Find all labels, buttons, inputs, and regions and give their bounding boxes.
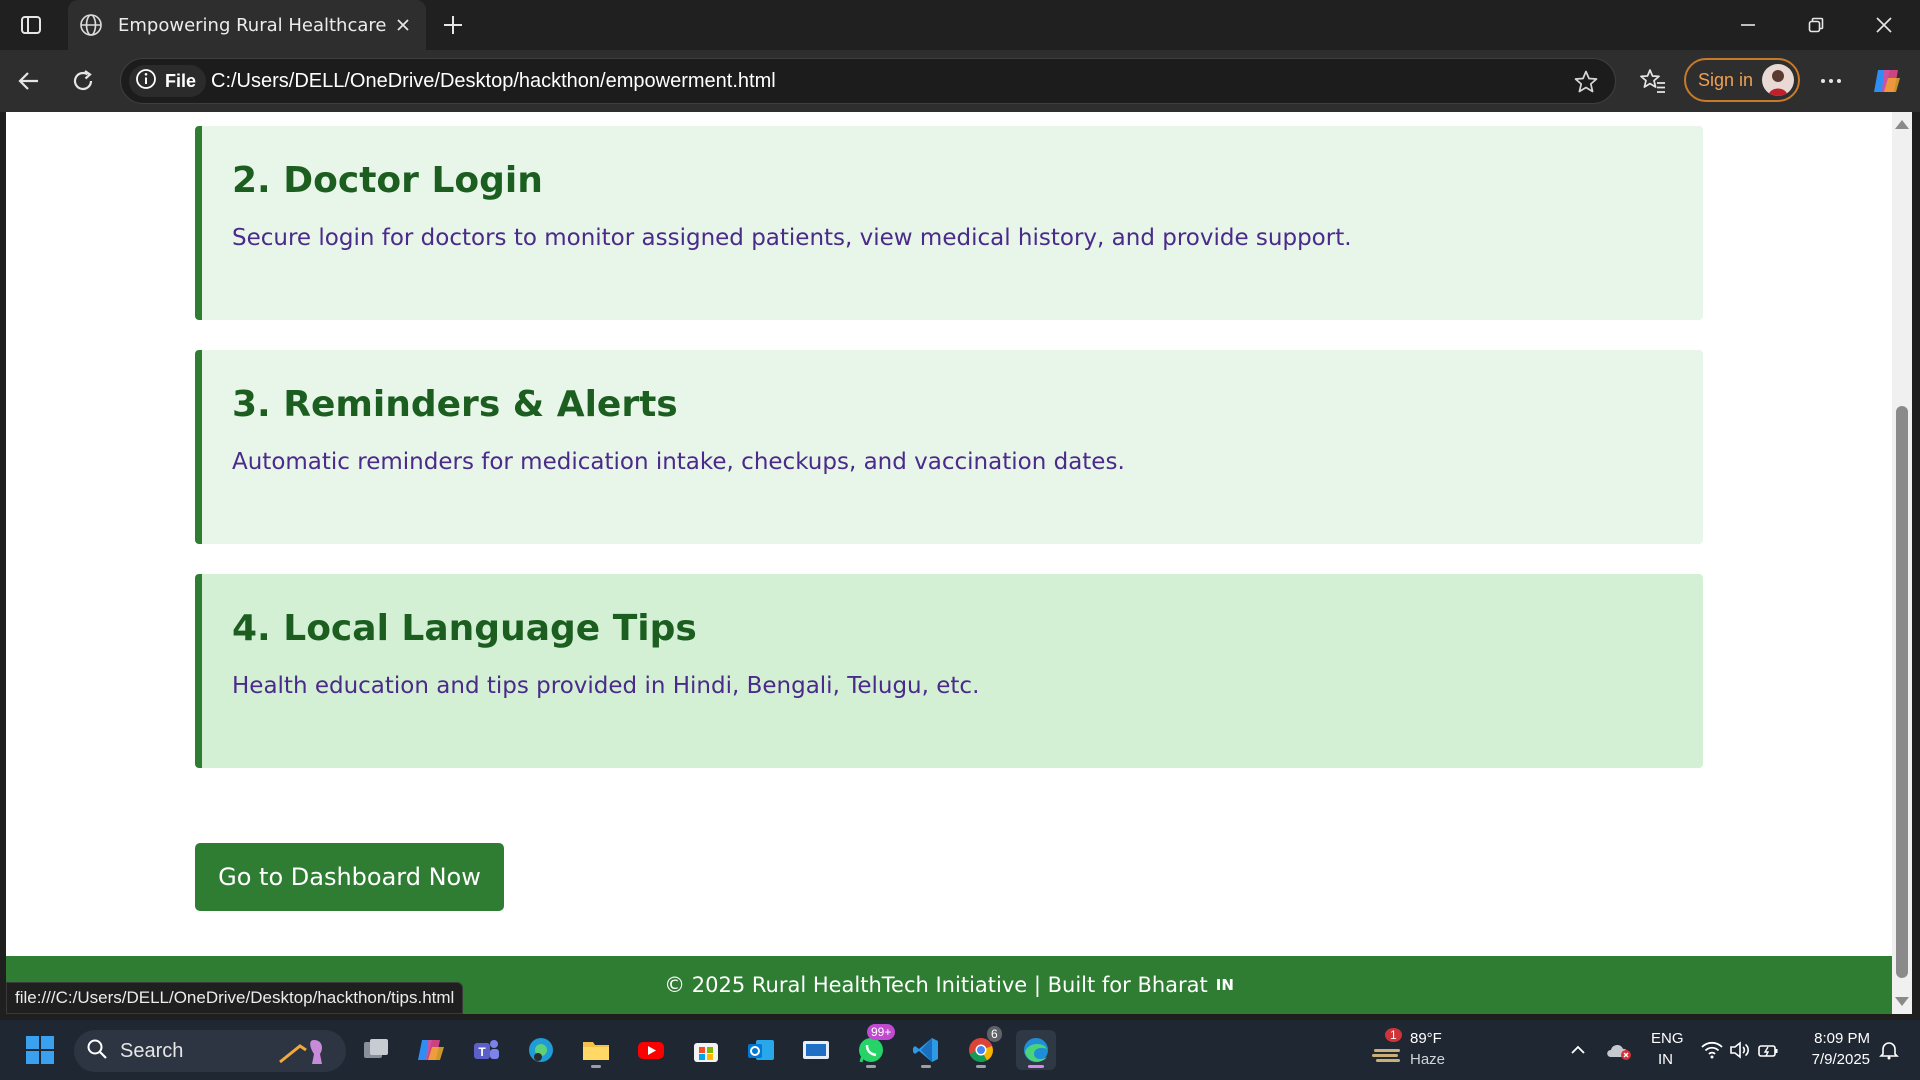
- footer-text: © 2025 Rural HealthTech Initiative | Bui…: [664, 973, 1208, 997]
- scrollbar-thumb[interactable]: [1896, 406, 1908, 978]
- search-label: Search: [120, 1039, 184, 1062]
- chevron-up-icon[interactable]: [1562, 1030, 1594, 1070]
- youtube-icon[interactable]: [631, 1030, 671, 1070]
- onedrive-icon[interactable]: [1602, 1030, 1636, 1070]
- file-explorer-icon[interactable]: [576, 1030, 616, 1070]
- vscode-icon[interactable]: [906, 1030, 946, 1070]
- task-view-icon[interactable]: [356, 1030, 396, 1070]
- weather-icon[interactable]: 1: [1364, 1028, 1410, 1070]
- edge-icon[interactable]: [1016, 1030, 1056, 1070]
- browser-title-bar: Empowering Rural Healthcare: [0, 0, 1920, 50]
- app-icon[interactable]: [796, 1030, 836, 1070]
- more-options-icon[interactable]: [1814, 64, 1848, 98]
- file-chip-label: File: [165, 70, 197, 91]
- running-indicator: [591, 1065, 601, 1068]
- chrome-badge: 6: [987, 1026, 1002, 1042]
- running-indicator: [976, 1065, 986, 1068]
- copilot-icon[interactable]: [1868, 62, 1906, 100]
- favorite-star-icon[interactable]: [1571, 67, 1601, 97]
- sign-in-label: Sign in: [1698, 69, 1754, 90]
- battery-icon[interactable]: [1754, 1030, 1782, 1070]
- start-icon[interactable]: [20, 1030, 60, 1070]
- browser-tab-active[interactable]: Empowering Rural Healthcare: [68, 0, 426, 50]
- svg-text:T: T: [478, 1045, 486, 1059]
- language-bottom[interactable]: IN: [1658, 1051, 1673, 1068]
- tab-title: Empowering Rural Healthcare: [118, 14, 387, 36]
- page-viewport: 2. Doctor Login Secure login for doctors…: [6, 112, 1892, 1014]
- restore-icon[interactable]: [1782, 0, 1850, 50]
- active-indicator: [1028, 1065, 1044, 1068]
- link-status-bubble: file:///C:/Users/DELL/OneDrive/Desktop/h…: [6, 982, 464, 1014]
- notifications-icon[interactable]: [1874, 1030, 1904, 1070]
- go-to-dashboard-button[interactable]: Go to Dashboard Now: [195, 843, 504, 911]
- browser-toolbar: File C:/Users/DELL/OneDrive/Desktop/hack…: [0, 50, 1920, 112]
- footer-flag: IN: [1215, 976, 1234, 994]
- feature-card-reminders: 3. Reminders & Alerts Automatic reminder…: [195, 350, 1703, 544]
- edge-dev-icon[interactable]: [521, 1030, 561, 1070]
- search-icon: [86, 1038, 108, 1064]
- whatsapp-badge: 99+: [867, 1024, 896, 1040]
- running-indicator: [866, 1065, 876, 1068]
- back-icon[interactable]: [12, 64, 46, 98]
- search-highlight-icon: [278, 1036, 334, 1070]
- volume-icon[interactable]: [1726, 1030, 1754, 1070]
- clock-time[interactable]: 8:09 PM: [1806, 1030, 1870, 1047]
- wifi-icon[interactable]: [1698, 1030, 1726, 1070]
- feature-card-text: Automatic reminders for medication intak…: [232, 449, 1125, 475]
- feature-card-doctor-login: 2. Doctor Login Secure login for doctors…: [195, 126, 1703, 320]
- feature-card-title: 2. Doctor Login: [232, 160, 543, 201]
- site-info-button[interactable]: File: [129, 65, 207, 97]
- feature-card-text: Health education and tips provided in Hi…: [232, 673, 980, 699]
- whatsapp-icon[interactable]: 99+: [851, 1024, 896, 1070]
- clock-date[interactable]: 7/9/2025: [1800, 1051, 1870, 1068]
- favorites-icon[interactable]: [1636, 64, 1670, 98]
- avatar: [1762, 64, 1794, 96]
- url-text[interactable]: C:/Users/DELL/OneDrive/Desktop/hackthon/…: [211, 70, 776, 93]
- copilot-app-icon[interactable]: [411, 1030, 451, 1070]
- globe-icon: [76, 10, 106, 40]
- weather-desc: Haze: [1410, 1051, 1446, 1068]
- refresh-icon[interactable]: [66, 64, 100, 98]
- close-tab-icon[interactable]: [390, 12, 416, 38]
- tab-actions-icon[interactable]: [16, 10, 46, 40]
- store-icon[interactable]: [686, 1030, 726, 1070]
- running-indicator: [921, 1065, 931, 1068]
- feature-card-title: 4. Local Language Tips: [232, 608, 697, 649]
- weather-temp: 89°F: [1410, 1030, 1442, 1047]
- sign-in-button[interactable]: Sign in: [1684, 58, 1800, 102]
- feature-card-text: Secure login for doctors to monitor assi…: [232, 225, 1352, 251]
- chrome-icon[interactable]: 6: [961, 1026, 1002, 1070]
- page-scrollbar[interactable]: [1892, 112, 1912, 1014]
- scroll-up-arrow-icon[interactable]: [1895, 120, 1909, 129]
- teams-icon[interactable]: T: [466, 1030, 506, 1070]
- info-icon: [135, 68, 157, 94]
- address-bar[interactable]: File C:/Users/DELL/OneDrive/Desktop/hack…: [120, 58, 1616, 104]
- feature-card-language-tips: 4. Local Language Tips Health education …: [195, 574, 1703, 768]
- new-tab-icon[interactable]: [438, 10, 468, 40]
- windows-taskbar: Search T 99+ 6 1 89°F Haze ENG IN 8:09 P…: [0, 1020, 1920, 1080]
- outlook-icon[interactable]: [741, 1030, 781, 1070]
- taskbar-search-box[interactable]: Search: [74, 1030, 346, 1072]
- scroll-down-arrow-icon[interactable]: [1895, 997, 1909, 1006]
- weather-badge: 1: [1385, 1028, 1402, 1042]
- minimize-icon[interactable]: [1714, 0, 1782, 50]
- language-top[interactable]: ENG: [1651, 1030, 1684, 1047]
- close-window-icon[interactable]: [1850, 0, 1918, 50]
- feature-card-title: 3. Reminders & Alerts: [232, 384, 678, 425]
